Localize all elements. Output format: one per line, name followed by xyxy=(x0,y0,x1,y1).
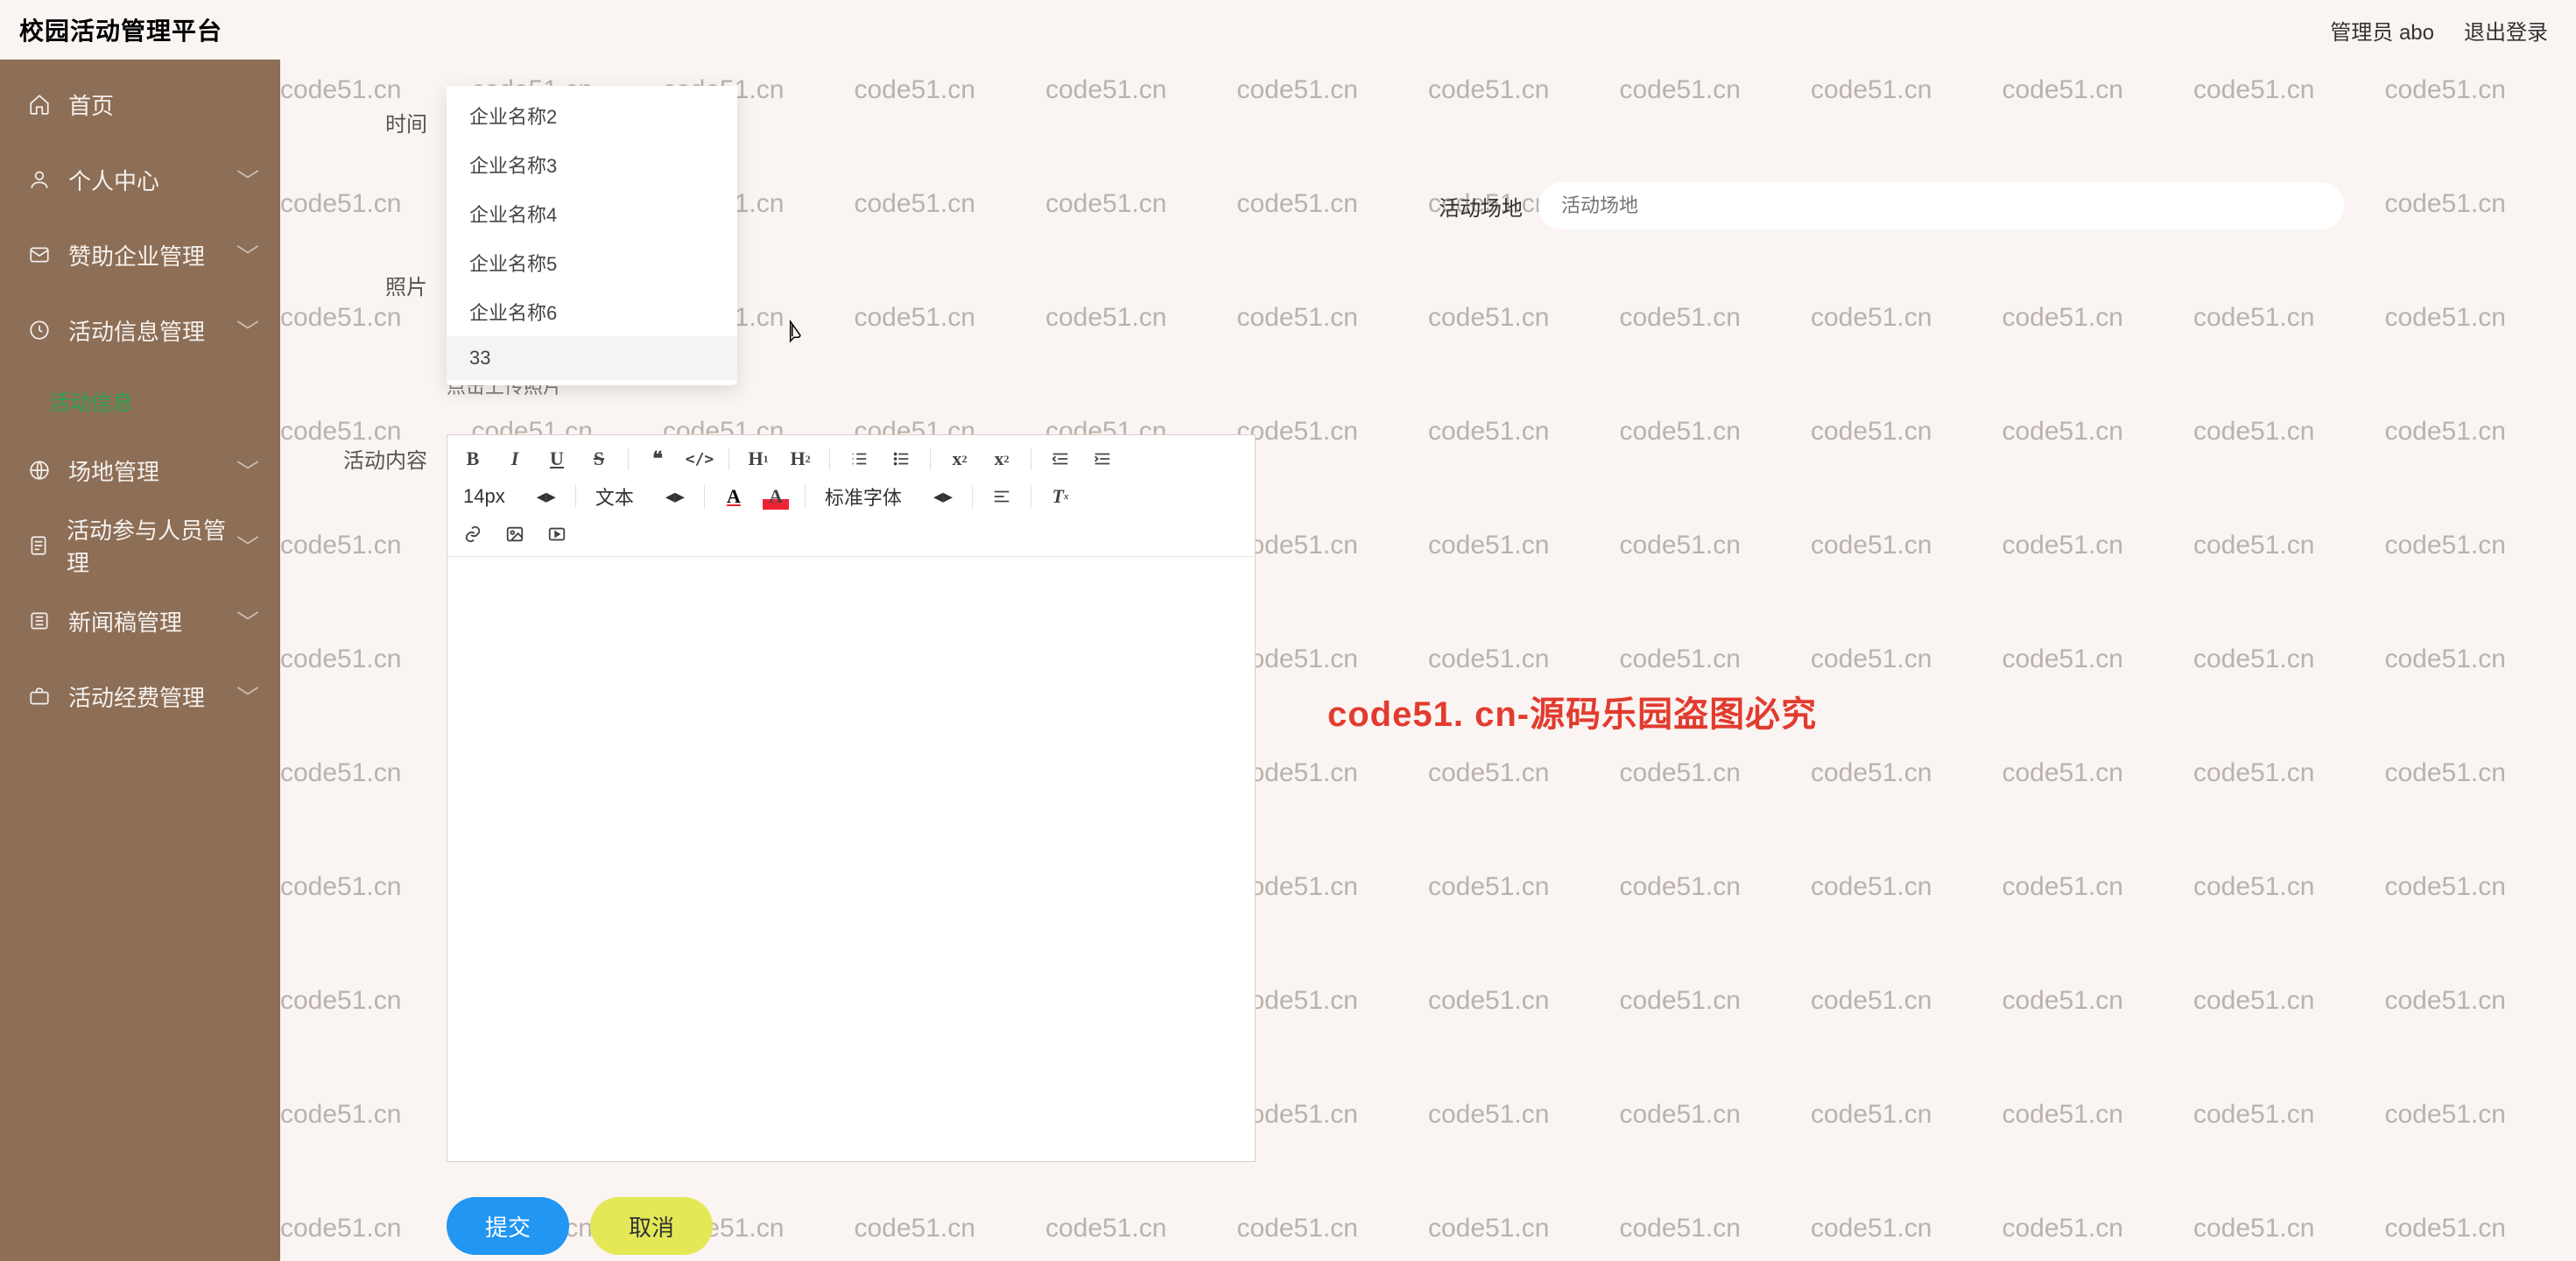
globe-icon xyxy=(26,459,53,482)
chevron-down-icon: ﹀ xyxy=(236,239,259,271)
content-label: 活动内容 xyxy=(315,434,447,474)
superscript-icon[interactable]: x2 xyxy=(989,446,1015,472)
ordered-list-icon[interactable] xyxy=(846,446,872,472)
venue-field: 活动场地 xyxy=(1439,182,2344,229)
sidebar-item-participants[interactable]: 活动参与人员管理 ﹀ xyxy=(0,508,280,583)
sidebar-item-sponsor[interactable]: 赞助企业管理 ﹀ xyxy=(0,217,280,292)
separator xyxy=(728,447,729,470)
rich-text-editor: B I U S ❝ </> H1 H2 xyxy=(447,434,1256,1162)
sidebar-item-label: 活动信息管理 xyxy=(68,314,205,347)
h1-icon[interactable]: H1 xyxy=(745,446,771,472)
separator xyxy=(704,485,705,508)
sidebar-item-home[interactable]: 首页 xyxy=(0,67,280,142)
sidebar-item-activity-info[interactable]: 活动信息 xyxy=(0,368,280,433)
text-color-icon[interactable]: A xyxy=(721,483,747,510)
dropdown-option[interactable]: 企业名称4 xyxy=(447,189,737,238)
header-right: 管理员 abo 退出登录 xyxy=(2330,15,2548,46)
italic-icon[interactable]: I xyxy=(502,446,528,472)
dropdown-option[interactable]: 企业名称2 xyxy=(447,91,737,140)
sidebar-item-label: 新闻稿管理 xyxy=(68,605,182,638)
sidebar-item-venue[interactable]: 场地管理 ﹀ xyxy=(0,433,280,508)
clock-icon xyxy=(26,319,53,342)
company-dropdown: 企业名称2 企业名称3 企业名称4 企业名称5 企业名称6 33 xyxy=(447,86,737,385)
separator xyxy=(829,447,830,470)
underline-icon[interactable]: U xyxy=(544,446,570,472)
indent-icon[interactable] xyxy=(1089,446,1116,472)
sidebar-item-budget[interactable]: 活动经费管理 ﹀ xyxy=(0,659,280,734)
font-family-select[interactable]: 标准字体◂▸ xyxy=(821,483,956,511)
submit-button[interactable]: 提交 xyxy=(447,1197,569,1255)
unordered-list-icon[interactable] xyxy=(888,446,914,472)
sidebar: 首页 个人中心 ﹀ 赞助企业管理 ﹀ 活动信息管理 ﹀ 活动信息 xyxy=(0,60,280,1261)
dropdown-option[interactable]: 33 xyxy=(447,336,737,380)
chevron-down-icon: ﹀ xyxy=(236,454,259,487)
font-size-select[interactable]: 14px◂▸ xyxy=(460,485,560,508)
chevron-down-icon: ﹀ xyxy=(236,605,259,638)
dropdown-option[interactable]: 企业名称6 xyxy=(447,287,737,336)
image-icon[interactable] xyxy=(502,521,528,547)
link-icon[interactable] xyxy=(460,521,486,547)
chevron-down-icon: ﹀ xyxy=(236,314,259,347)
app-title: 校园活动管理平台 xyxy=(19,12,222,47)
user-label[interactable]: 管理员 abo xyxy=(2330,15,2434,46)
chevron-down-icon: ﹀ xyxy=(236,164,259,196)
sidebar-item-label: 首页 xyxy=(68,88,114,121)
h2-icon[interactable]: H2 xyxy=(787,446,813,472)
doc2-icon xyxy=(26,609,53,632)
mail-icon xyxy=(26,243,53,266)
form-buttons: 提交 取消 xyxy=(447,1197,2541,1255)
sidebar-item-label: 个人中心 xyxy=(68,164,159,196)
sidebar-item-label: 活动参与人员管理 xyxy=(67,513,236,578)
separator xyxy=(575,485,576,508)
chevron-down-icon: ﹀ xyxy=(236,530,259,562)
cancel-button[interactable]: 取消 xyxy=(590,1197,713,1255)
format-select[interactable]: 文本◂▸ xyxy=(592,483,688,511)
sidebar-item-activity-info-mgmt[interactable]: 活动信息管理 ﹀ xyxy=(0,292,280,368)
dropdown-option[interactable]: 企业名称3 xyxy=(447,140,737,189)
video-icon[interactable] xyxy=(544,521,570,547)
subscript-icon[interactable]: x2 xyxy=(947,446,973,472)
home-icon xyxy=(26,93,53,116)
bold-icon[interactable]: B xyxy=(460,446,486,472)
header: 校园活动管理平台 管理员 abo 退出登录 xyxy=(0,0,2576,60)
photo-label: 照片 xyxy=(315,261,447,300)
editor-body[interactable] xyxy=(447,557,1255,1161)
sidebar-item-label: 赞助企业管理 xyxy=(68,239,205,271)
venue-input[interactable] xyxy=(1538,182,2344,229)
sidebar-item-label: 活动经费管理 xyxy=(68,680,205,713)
editor-toolbar: B I U S ❝ </> H1 H2 xyxy=(447,435,1255,557)
separator xyxy=(628,447,629,470)
clear-format-icon[interactable]: Tx xyxy=(1047,483,1073,510)
sidebar-item-label: 活动信息 xyxy=(49,385,133,416)
outdent-icon[interactable] xyxy=(1047,446,1073,472)
logout-link[interactable]: 退出登录 xyxy=(2464,15,2548,46)
separator xyxy=(805,485,806,508)
separator xyxy=(972,485,973,508)
user-icon xyxy=(26,168,53,191)
main-content: code51.cncode51.cncode51.cncode51.cncode… xyxy=(280,60,2576,1261)
briefcase-icon xyxy=(26,685,53,708)
align-icon[interactable] xyxy=(989,483,1015,510)
doc-icon xyxy=(26,534,51,557)
sidebar-item-profile[interactable]: 个人中心 ﹀ xyxy=(0,142,280,217)
upload-hint: 点击上传照片 xyxy=(447,371,2541,399)
chevron-down-icon: ﹀ xyxy=(236,680,259,713)
code-icon[interactable]: </> xyxy=(686,446,713,472)
strike-icon[interactable]: S xyxy=(586,446,612,472)
sidebar-item-label: 场地管理 xyxy=(68,454,159,487)
dropdown-option[interactable]: 企业名称5 xyxy=(447,238,737,287)
quote-icon[interactable]: ❝ xyxy=(644,446,671,472)
venue-label: 活动场地 xyxy=(1439,191,1523,222)
separator xyxy=(930,447,931,470)
time-label: 时间 xyxy=(315,98,447,137)
sidebar-item-press[interactable]: 新闻稿管理 ﹀ xyxy=(0,583,280,659)
watermark-overlay-text: code51. cn-源码乐园盗图必究 xyxy=(1327,686,1817,736)
bg-color-icon[interactable]: A xyxy=(763,483,789,510)
